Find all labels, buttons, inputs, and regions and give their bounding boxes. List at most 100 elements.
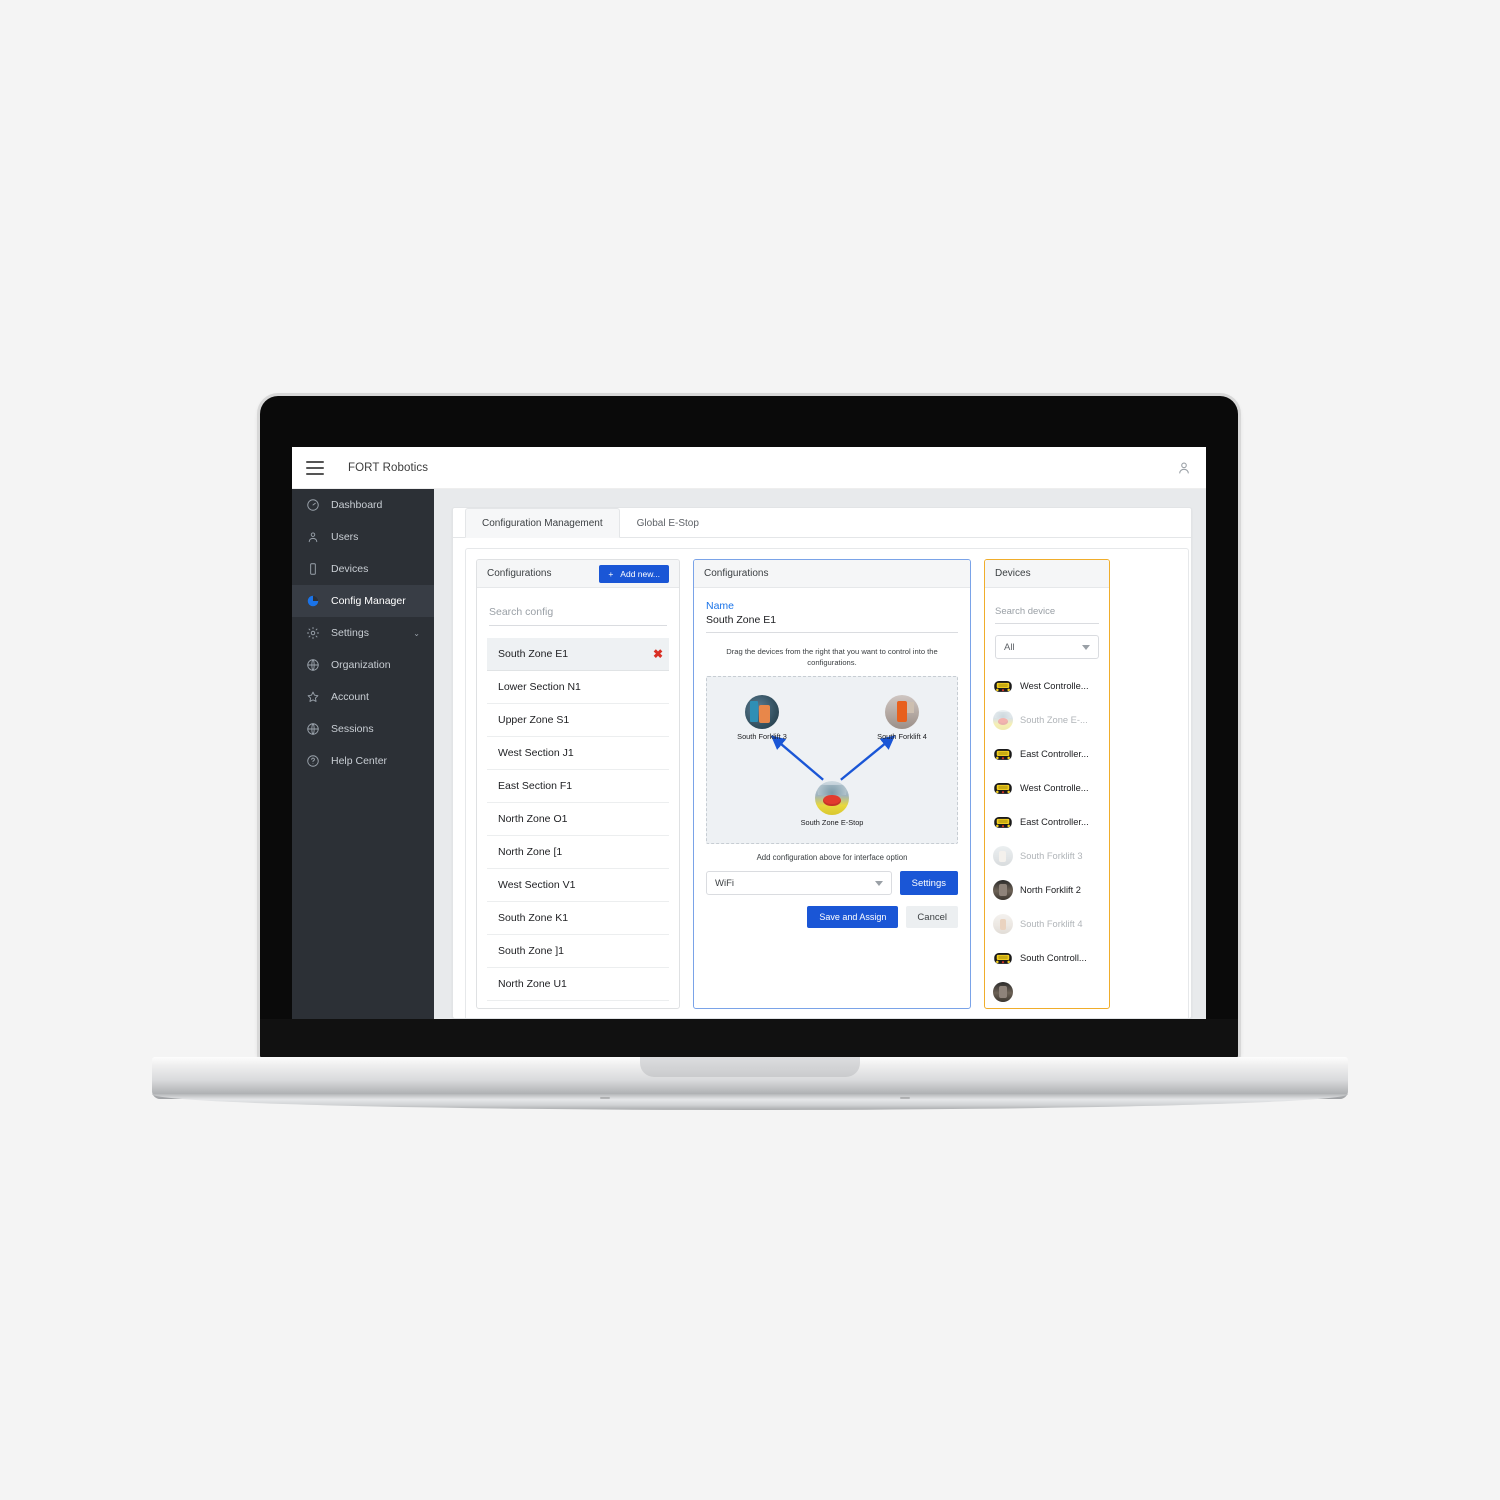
brand-title: FORT Robotics bbox=[348, 461, 429, 474]
chevron-down-icon: ⌄ bbox=[413, 628, 420, 638]
configuration-list-item[interactable]: West Section J1 bbox=[487, 737, 669, 770]
device-drop-zone[interactable]: South Forklift 3 South Forklift 4 South Zo… bbox=[706, 676, 958, 844]
close-x-icon[interactable]: ✖ bbox=[653, 648, 663, 660]
configuration-name: North Zone [1 bbox=[498, 846, 563, 858]
laptop-foot bbox=[600, 1097, 610, 1099]
cancel-button[interactable]: Cancel bbox=[906, 906, 958, 928]
sidebar-item-devices[interactable]: Devices bbox=[292, 553, 434, 585]
device-list-item[interactable]: West Controlle... bbox=[985, 669, 1109, 703]
configuration-detail-pane: Configurations Name South Zone E1 Drag t… bbox=[693, 559, 971, 1009]
configuration-list-item[interactable]: Upper Zone S1 bbox=[487, 704, 669, 737]
configuration-list-item[interactable]: South Zone ]1 bbox=[487, 935, 669, 968]
sidebar-item-label: Organization bbox=[331, 659, 391, 671]
laptop-lid-chin bbox=[260, 1019, 1238, 1059]
device-list-item[interactable]: North Forklift 2 bbox=[985, 873, 1109, 907]
remote-controller-icon bbox=[994, 783, 1012, 794]
device-list-item[interactable]: South Controll... bbox=[985, 941, 1109, 975]
device-thumbnail bbox=[993, 710, 1013, 730]
device-name: North Forklift 2 bbox=[1020, 885, 1081, 895]
users-icon bbox=[306, 530, 320, 544]
sidebar-item-dashboard[interactable]: Dashboard bbox=[292, 489, 434, 521]
laptop-screen: FORT Robotics Dashboard Users Devices Confi… bbox=[292, 447, 1206, 1019]
search-config-input[interactable] bbox=[489, 606, 667, 618]
device-filter-select[interactable]: All bbox=[995, 635, 1099, 659]
configuration-list-item[interactable]: North Zone O1 bbox=[487, 803, 669, 836]
device-list-item[interactable]: South Forklift 4 bbox=[985, 907, 1109, 941]
config-search-wrapper bbox=[489, 602, 667, 626]
add-new-button[interactable]: + Add new... bbox=[599, 564, 669, 583]
configuration-name: West Section V1 bbox=[498, 879, 576, 891]
laptop-base-lip bbox=[152, 1094, 1348, 1110]
sidebar-item-help-center[interactable]: Help Center bbox=[292, 745, 434, 777]
configuration-name: West Section J1 bbox=[498, 747, 574, 759]
sidebar-item-users[interactable]: Users bbox=[292, 521, 434, 553]
configuration-name: Upper Zone S1 bbox=[498, 714, 570, 726]
globe-icon bbox=[306, 658, 320, 672]
device-name: South Zone E-... bbox=[1020, 715, 1088, 725]
device-thumbnail bbox=[993, 812, 1013, 832]
sidebar-item-settings[interactable]: Settings ⌄ bbox=[292, 617, 434, 649]
drop-zone-device-node[interactable]: South Forklift 3 bbox=[719, 695, 805, 741]
content-card: Configuration Management Global E-Stop Co… bbox=[452, 507, 1192, 1019]
name-value[interactable]: South Zone E1 bbox=[706, 614, 958, 633]
device-list-item[interactable]: East Controller... bbox=[985, 805, 1109, 839]
device-list-item[interactable]: South Forklift 3 bbox=[985, 839, 1109, 873]
settings-button[interactable]: Settings bbox=[899, 871, 958, 895]
gear-icon bbox=[306, 626, 320, 640]
sidebar-item-label: Account bbox=[331, 691, 369, 703]
laptop-base-notch bbox=[640, 1057, 860, 1077]
device-search-wrapper bbox=[995, 601, 1099, 624]
sidebar-item-sessions[interactable]: Sessions bbox=[292, 713, 434, 745]
device-list-item[interactable]: West Controlle... bbox=[985, 771, 1109, 805]
configuration-name: South Zone E1 bbox=[498, 648, 569, 660]
tab-global-e-stop[interactable]: Global E-Stop bbox=[620, 508, 716, 538]
device-list-item[interactable]: South Zone E-... bbox=[985, 703, 1109, 737]
sidebar-item-label: Devices bbox=[331, 563, 369, 575]
devices-pane-header: Devices bbox=[985, 560, 1109, 588]
globe-icon bbox=[306, 722, 320, 736]
remote-controller-icon bbox=[994, 817, 1012, 828]
name-label: Name bbox=[706, 600, 735, 612]
sidebar-item-organization[interactable]: Organization bbox=[292, 649, 434, 681]
configuration-list-item[interactable]: North Zone U1 bbox=[487, 968, 669, 1001]
configuration-list-item[interactable]: North Zone [1 bbox=[487, 836, 669, 869]
devices-pane-title: Devices bbox=[995, 568, 1031, 579]
configuration-list-item[interactable]: West Section V1 bbox=[487, 869, 669, 902]
device-list-item[interactable]: East Controller... bbox=[985, 737, 1109, 771]
configuration-name: East Section F1 bbox=[498, 780, 573, 792]
configuration-list-item[interactable]: South Zone K1 bbox=[487, 902, 669, 935]
configuration-name: Lower Section N1 bbox=[498, 681, 581, 693]
device-thumbnail bbox=[993, 744, 1013, 764]
main-content: Configuration Management Global E-Stop Co… bbox=[434, 489, 1206, 1019]
device-name: South Forklift 3 bbox=[1020, 851, 1083, 861]
star-icon bbox=[306, 690, 320, 704]
account-icon[interactable] bbox=[1176, 460, 1192, 476]
device-list-item[interactable] bbox=[985, 975, 1109, 1008]
configuration-list-item[interactable]: Lower Section N1 bbox=[487, 671, 669, 704]
remote-controller-icon bbox=[994, 749, 1012, 760]
sidebar-item-label: Dashboard bbox=[331, 499, 383, 511]
interface-select-value: WiFi bbox=[715, 877, 734, 889]
device-thumbnail bbox=[885, 695, 919, 729]
sidebar-item-config-manager[interactable]: Config Manager bbox=[292, 585, 434, 617]
configuration-list-item[interactable]: East Section F1 bbox=[487, 770, 669, 803]
detail-pane-title: Configurations bbox=[704, 568, 769, 579]
save-and-assign-button[interactable]: Save and Assign bbox=[807, 906, 899, 928]
app-topbar: FORT Robotics bbox=[292, 447, 1206, 489]
device-icon bbox=[306, 562, 320, 576]
configuration-name: North Zone O1 bbox=[498, 813, 568, 825]
configuration-list-item[interactable]: South Zone E1 ✖ bbox=[487, 638, 669, 671]
pie-chart-icon bbox=[306, 594, 320, 608]
hamburger-icon[interactable] bbox=[306, 460, 324, 475]
device-name: East Controller... bbox=[1020, 749, 1089, 759]
search-device-input[interactable] bbox=[995, 606, 1099, 617]
drop-zone-device-node[interactable]: South Zone E-Stop bbox=[789, 781, 875, 827]
configuration-name: South Zone ]1 bbox=[498, 945, 564, 957]
tab-configuration-management[interactable]: Configuration Management bbox=[465, 508, 620, 538]
drop-zone-device-node[interactable]: South Forklift 4 bbox=[859, 695, 945, 741]
interface-select[interactable]: WiFi bbox=[706, 871, 892, 895]
sidebar-item-account[interactable]: Account bbox=[292, 681, 434, 713]
detail-action-row: Save and Assign Cancel bbox=[706, 906, 958, 928]
remote-controller-icon bbox=[994, 681, 1012, 692]
laptop-mockup: FORT Robotics Dashboard Users Devices Confi… bbox=[0, 0, 1500, 1500]
